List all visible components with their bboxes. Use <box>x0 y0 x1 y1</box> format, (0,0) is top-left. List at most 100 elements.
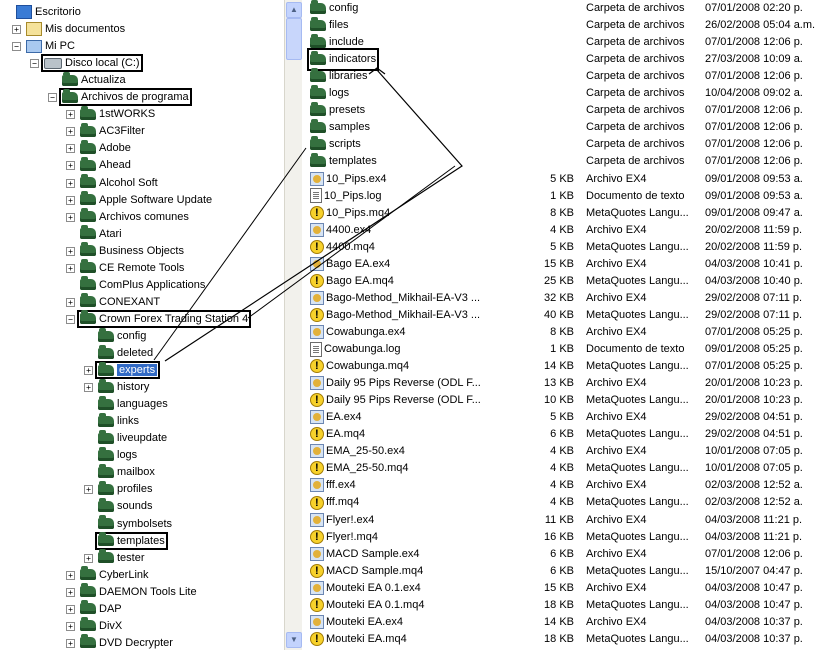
file-row[interactable]: scripts Carpeta de archivos 07/01/2008 12:… <box>304 135 821 153</box>
expand-icon[interactable]: + <box>66 587 75 597</box>
file-name-cell[interactable]: samples <box>310 118 370 136</box>
expand-icon[interactable]: + <box>66 178 75 188</box>
expand-icon[interactable]: + <box>84 366 93 376</box>
tree-node-content[interactable]: Business Objects <box>80 242 184 257</box>
file-row[interactable]: EA.mq4 6 KB MetaQuotes Langu... 29/02/2008 … <box>304 426 821 443</box>
tree-node-content[interactable]: mailbox <box>98 463 155 478</box>
tree-node[interactable]: + profiles <box>84 480 152 498</box>
file-name-cell[interactable]: Cowabunga.ex4 <box>310 324 406 341</box>
tree-node-content[interactable]: links <box>98 412 139 427</box>
tree-node-content[interactable]: symbolsets <box>98 515 172 530</box>
file-row[interactable]: config Carpeta de archivos 07/01/2008 02:2… <box>304 0 821 17</box>
tree-node[interactable]: + CyberLink <box>66 566 149 584</box>
expand-icon[interactable]: + <box>66 161 75 171</box>
tree-node[interactable]: + DAEMON Tools Lite <box>66 583 197 601</box>
tree-node[interactable]: Atari <box>66 225 122 243</box>
file-name-cell[interactable]: MACD Sample.mq4 <box>310 563 423 580</box>
file-row[interactable]: MACD Sample.mq4 6 KB MetaQuotes Langu... 15… <box>304 563 821 580</box>
file-name-cell[interactable]: Cowabunga.log <box>310 341 400 358</box>
expand-icon[interactable]: + <box>66 263 75 273</box>
file-name-cell[interactable]: Cowabunga.mq4 <box>310 358 409 375</box>
expand-icon[interactable]: + <box>66 195 75 205</box>
file-row[interactable]: samples Carpeta de archivos 07/01/2008 12:… <box>304 118 821 136</box>
file-name-cell[interactable]: libraries <box>310 67 368 85</box>
file-name-cell[interactable]: 10_Pips.ex4 <box>310 171 387 188</box>
file-row[interactable]: Daily 95 Pips Reverse (ODL F... 13 KB Arch… <box>304 375 821 392</box>
file-name-cell[interactable]: Flyer!.ex4 <box>310 512 374 529</box>
file-name-cell[interactable]: fff.mq4 <box>310 494 359 512</box>
file-name-cell[interactable]: Bago EA.mq4 <box>310 273 394 290</box>
tree-node-content[interactable]: ComPlus Applications <box>80 276 205 291</box>
tree-node[interactable]: − Mi PC <box>12 38 75 55</box>
file-name-cell[interactable]: Mouteki EA 0.1.mq4 <box>310 597 424 614</box>
tree-node-content[interactable]: languages <box>98 395 168 410</box>
file-name-cell[interactable]: 4400.mq4 <box>310 239 375 256</box>
file-name-cell[interactable]: Flyer!.mq4 <box>310 529 378 546</box>
file-row[interactable]: Mouteki EA.ex4 14 KB Archivo EX4 04/03/2008… <box>304 614 821 631</box>
expand-icon[interactable]: + <box>66 144 75 154</box>
file-row[interactable]: Bago EA.ex4 15 KB Archivo EX4 04/03/2008 10… <box>304 256 821 273</box>
file-row[interactable]: 4400.mq4 5 KB MetaQuotes Langu... 20/02/200… <box>304 239 821 256</box>
tree-node[interactable]: + Archivos comunes <box>66 208 189 226</box>
expand-icon[interactable]: + <box>66 297 75 307</box>
tree-node[interactable]: + Ahead <box>66 157 131 174</box>
file-name-cell[interactable]: EMA_25-50.ex4 <box>310 443 405 460</box>
tree-node-content[interactable]: DAEMON Tools Lite <box>80 583 197 598</box>
file-row[interactable]: 10_Pips.ex4 5 KB Archivo EX4 09/01/2008 09:… <box>304 171 821 188</box>
tree-node-content[interactable]: experts <box>94 361 161 380</box>
file-row[interactable]: 4400.ex4 4 KB Archivo EX4 20/02/2008 11:59 … <box>304 222 821 239</box>
expand-icon[interactable]: + <box>84 553 93 563</box>
tree-node-content[interactable]: DAP <box>80 600 122 615</box>
tree-node-content[interactable]: CyberLink <box>80 566 149 581</box>
file-row[interactable]: Mouteki EA 0.1.mq4 18 KB MetaQuotes Langu.… <box>304 597 821 614</box>
expand-icon[interactable]: + <box>66 638 75 648</box>
file-row[interactable]: 10_Pips.log 1 KB Documento de texto 09/01/2… <box>304 188 821 205</box>
file-name-cell[interactable]: EA.ex4 <box>310 409 361 426</box>
tree-node[interactable]: − Archivos de programa <box>48 88 192 107</box>
collapse-icon[interactable]: − <box>30 59 39 69</box>
collapse-icon[interactable]: − <box>66 314 75 324</box>
tree-node[interactable]: + DAP <box>66 600 122 618</box>
file-name-cell[interactable]: 10_Pips.log <box>310 188 382 205</box>
tree-node[interactable]: Escritorio <box>2 4 81 21</box>
file-row[interactable]: Mouteki EA.mq4 18 KB MetaQuotes Langu... 04… <box>304 631 821 648</box>
file-name-cell[interactable]: Bago-Method_Mikhail-EA-V3 ... <box>310 307 480 324</box>
tree-node[interactable]: + DVD Decrypter <box>66 634 173 650</box>
file-name-cell[interactable]: Daily 95 Pips Reverse (ODL F... <box>310 375 481 392</box>
tree-node-content[interactable]: Archivos de programa <box>59 88 192 107</box>
file-row[interactable]: Daily 95 Pips Reverse (ODL F... 10 KB Meta… <box>304 392 821 409</box>
tree-node[interactable]: + Alcohol Soft <box>66 174 158 192</box>
scroll-down-button[interactable]: ▼ <box>286 632 302 648</box>
tree-node[interactable]: + DivX <box>66 617 122 635</box>
tree-node[interactable]: links <box>84 412 139 430</box>
file-row[interactable]: EMA_25-50.mq4 4 KB MetaQuotes Langu... 10/0… <box>304 460 821 477</box>
tree-node-content[interactable]: Escritorio <box>16 5 81 20</box>
file-name-cell[interactable]: Mouteki EA.ex4 <box>310 614 403 631</box>
expand-icon[interactable]: + <box>12 25 21 35</box>
expand-icon[interactable]: + <box>66 246 75 256</box>
tree-node-content[interactable]: sounds <box>98 498 152 512</box>
file-name-cell[interactable]: files <box>310 16 349 34</box>
file-row[interactable]: 10_Pips.mq4 8 KB MetaQuotes Langu... 09/01/… <box>304 205 821 222</box>
file-row[interactable]: indicators Carpeta de archivos 27/03/2008 … <box>304 48 821 72</box>
tree-node[interactable]: − Crown Forex Trading Station 4 <box>66 309 252 328</box>
file-name-cell[interactable]: MACD Sample.ex4 <box>310 546 420 563</box>
file-row[interactable]: EA.ex4 5 KB Archivo EX4 29/02/2008 04:51 p. <box>304 409 821 426</box>
tree-node-content[interactable]: Mi PC <box>26 39 75 53</box>
file-row[interactable]: MACD Sample.ex4 6 KB Archivo EX4 07/01/2008… <box>304 546 821 563</box>
tree-node[interactable]: + CONEXANT <box>66 293 160 311</box>
tree-node-content[interactable]: history <box>98 378 149 393</box>
file-row[interactable]: fff.ex4 4 KB Archivo EX4 02/03/2008 12:52 a… <box>304 477 821 494</box>
expand-icon[interactable]: + <box>66 621 75 631</box>
file-name-cell[interactable]: templates <box>310 153 377 170</box>
file-row[interactable]: templates Carpeta de archivos 07/01/2008 1… <box>304 153 821 170</box>
tree-node-content[interactable]: logs <box>98 446 137 461</box>
file-row[interactable]: Flyer!.mq4 16 KB MetaQuotes Langu... 04/03/… <box>304 529 821 546</box>
tree-node[interactable]: sounds <box>84 498 152 515</box>
file-row[interactable]: include Carpeta de archivos 07/01/2008 12:… <box>304 33 821 51</box>
file-name-cell[interactable]: 10_Pips.mq4 <box>310 205 390 222</box>
file-name-cell[interactable]: scripts <box>310 135 361 153</box>
tree-node-content[interactable]: 1stWORKS <box>80 105 155 120</box>
file-row[interactable]: logs Carpeta de archivos 10/04/2008 09:02 … <box>304 84 821 102</box>
file-row[interactable]: Cowabunga.mq4 14 KB MetaQuotes Langu... 07/… <box>304 358 821 375</box>
